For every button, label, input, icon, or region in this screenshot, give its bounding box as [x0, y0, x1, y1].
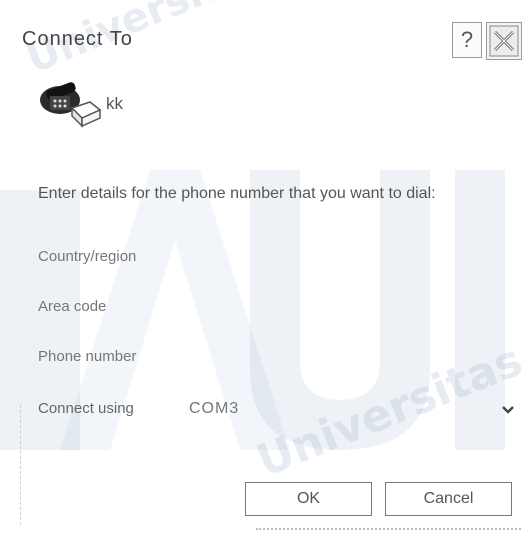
phone-icon [40, 82, 102, 128]
country-region-label: Country/region [38, 248, 137, 265]
close-button[interactable] [486, 22, 522, 60]
title-bar: Connect To ? [0, 0, 531, 78]
connection-header: kk [38, 78, 338, 128]
connect-using-select[interactable]: COM3 [185, 395, 520, 425]
dialog-bottom-edge [256, 528, 521, 530]
connect-using-value: COM3 [189, 400, 240, 417]
area-code-label: Area code [38, 298, 107, 315]
connect-using-label: Connect using [38, 400, 134, 417]
dialog-left-edge [20, 405, 21, 525]
close-icon [489, 25, 519, 57]
chevron-down-icon[interactable] [501, 405, 515, 415]
help-button[interactable]: ? [452, 22, 482, 58]
ok-button[interactable]: OK [245, 482, 372, 516]
phone-number-label: Phone number [38, 348, 137, 365]
instruction-text: Enter details for the phone number that … [38, 185, 436, 202]
watermark-text: Universitas Al Azhar [250, 252, 531, 488]
connection-name: kk [106, 94, 123, 113]
window-title: Connect To [22, 28, 133, 50]
connect-to-dialog: Universitas Al Azhar Indonesia Universit… [0, 0, 531, 537]
question-icon: ? [460, 27, 474, 52]
cancel-button[interactable]: Cancel [385, 482, 512, 516]
